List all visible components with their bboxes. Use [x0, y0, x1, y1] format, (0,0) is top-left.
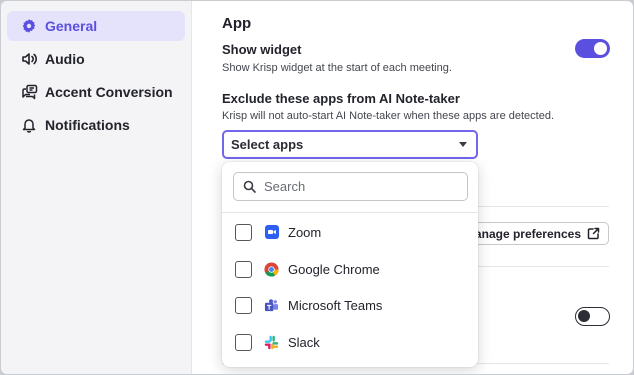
app-option-slack[interactable]: Slack — [222, 324, 478, 360]
search-input[interactable] — [264, 179, 454, 194]
dropdown-divider — [222, 212, 478, 213]
google-chrome-checkbox[interactable] — [235, 260, 252, 278]
show-widget-title: Show widget — [222, 42, 302, 57]
sidebar-item-accent-conversion[interactable]: Accent Conversion — [7, 77, 185, 107]
sidebar-item-general[interactable]: General — [7, 11, 185, 41]
toggle-knob — [578, 310, 590, 322]
app-option-microsoft-teams[interactable]: Microsoft Teams — [222, 287, 478, 323]
sidebar-item-label: Notifications — [45, 117, 130, 133]
teams-icon — [264, 298, 279, 313]
toggle-knob — [594, 42, 607, 55]
manage-preferences-button[interactable]: Manage preferences — [458, 222, 609, 245]
manage-preferences-label: Manage preferences — [464, 226, 581, 241]
slack-checkbox[interactable] — [235, 333, 252, 351]
apps-dropdown-menu: Zoom Google Chrome — [222, 162, 478, 367]
lower-setting-toggle[interactable] — [575, 307, 610, 326]
select-apps-dropdown[interactable]: Select apps — [222, 130, 478, 159]
sidebar-item-label: General — [45, 18, 98, 34]
search-icon — [243, 180, 256, 193]
sidebar-item-notifications[interactable]: Notifications — [7, 110, 185, 140]
slack-icon — [264, 335, 279, 350]
app-option-google-chrome[interactable]: Google Chrome — [222, 251, 478, 287]
sidebar-item-label: Audio — [45, 51, 85, 67]
sidebar-item-label: Accent Conversion — [45, 84, 173, 100]
settings-window: General Audio Accent Conversion Notifica… — [1, 1, 633, 374]
bell-icon — [20, 116, 38, 134]
app-option-label: Slack — [288, 334, 320, 350]
app-option-label: Microsoft Teams — [288, 297, 383, 313]
caret-down-icon — [459, 142, 467, 147]
exclude-apps-title: Exclude these apps from AI Note-taker — [222, 91, 460, 106]
accent-conversion-icon — [20, 83, 38, 101]
gear-icon — [20, 17, 38, 35]
microsoft-teams-checkbox[interactable] — [235, 296, 252, 314]
external-link-icon — [587, 227, 600, 240]
app-option-zoom[interactable]: Zoom — [222, 214, 478, 250]
zoom-checkbox[interactable] — [235, 223, 252, 241]
sidebar-item-audio[interactable]: Audio — [7, 44, 185, 74]
section-title: App — [222, 15, 252, 32]
speaker-icon — [20, 50, 38, 68]
apps-search-field[interactable] — [233, 172, 468, 201]
show-widget-description: Show Krisp widget at the start of each m… — [222, 62, 452, 74]
app-option-label: Google Chrome — [288, 261, 380, 277]
zoom-icon — [264, 225, 279, 240]
chrome-icon — [264, 261, 279, 277]
sidebar: General Audio Accent Conversion Notifica… — [1, 1, 192, 374]
select-apps-value: Select apps — [231, 137, 304, 152]
show-widget-toggle[interactable] — [575, 39, 610, 58]
exclude-apps-description: Krisp will not auto-start AI Note-taker … — [222, 110, 555, 122]
app-option-label: Zoom — [288, 224, 322, 240]
